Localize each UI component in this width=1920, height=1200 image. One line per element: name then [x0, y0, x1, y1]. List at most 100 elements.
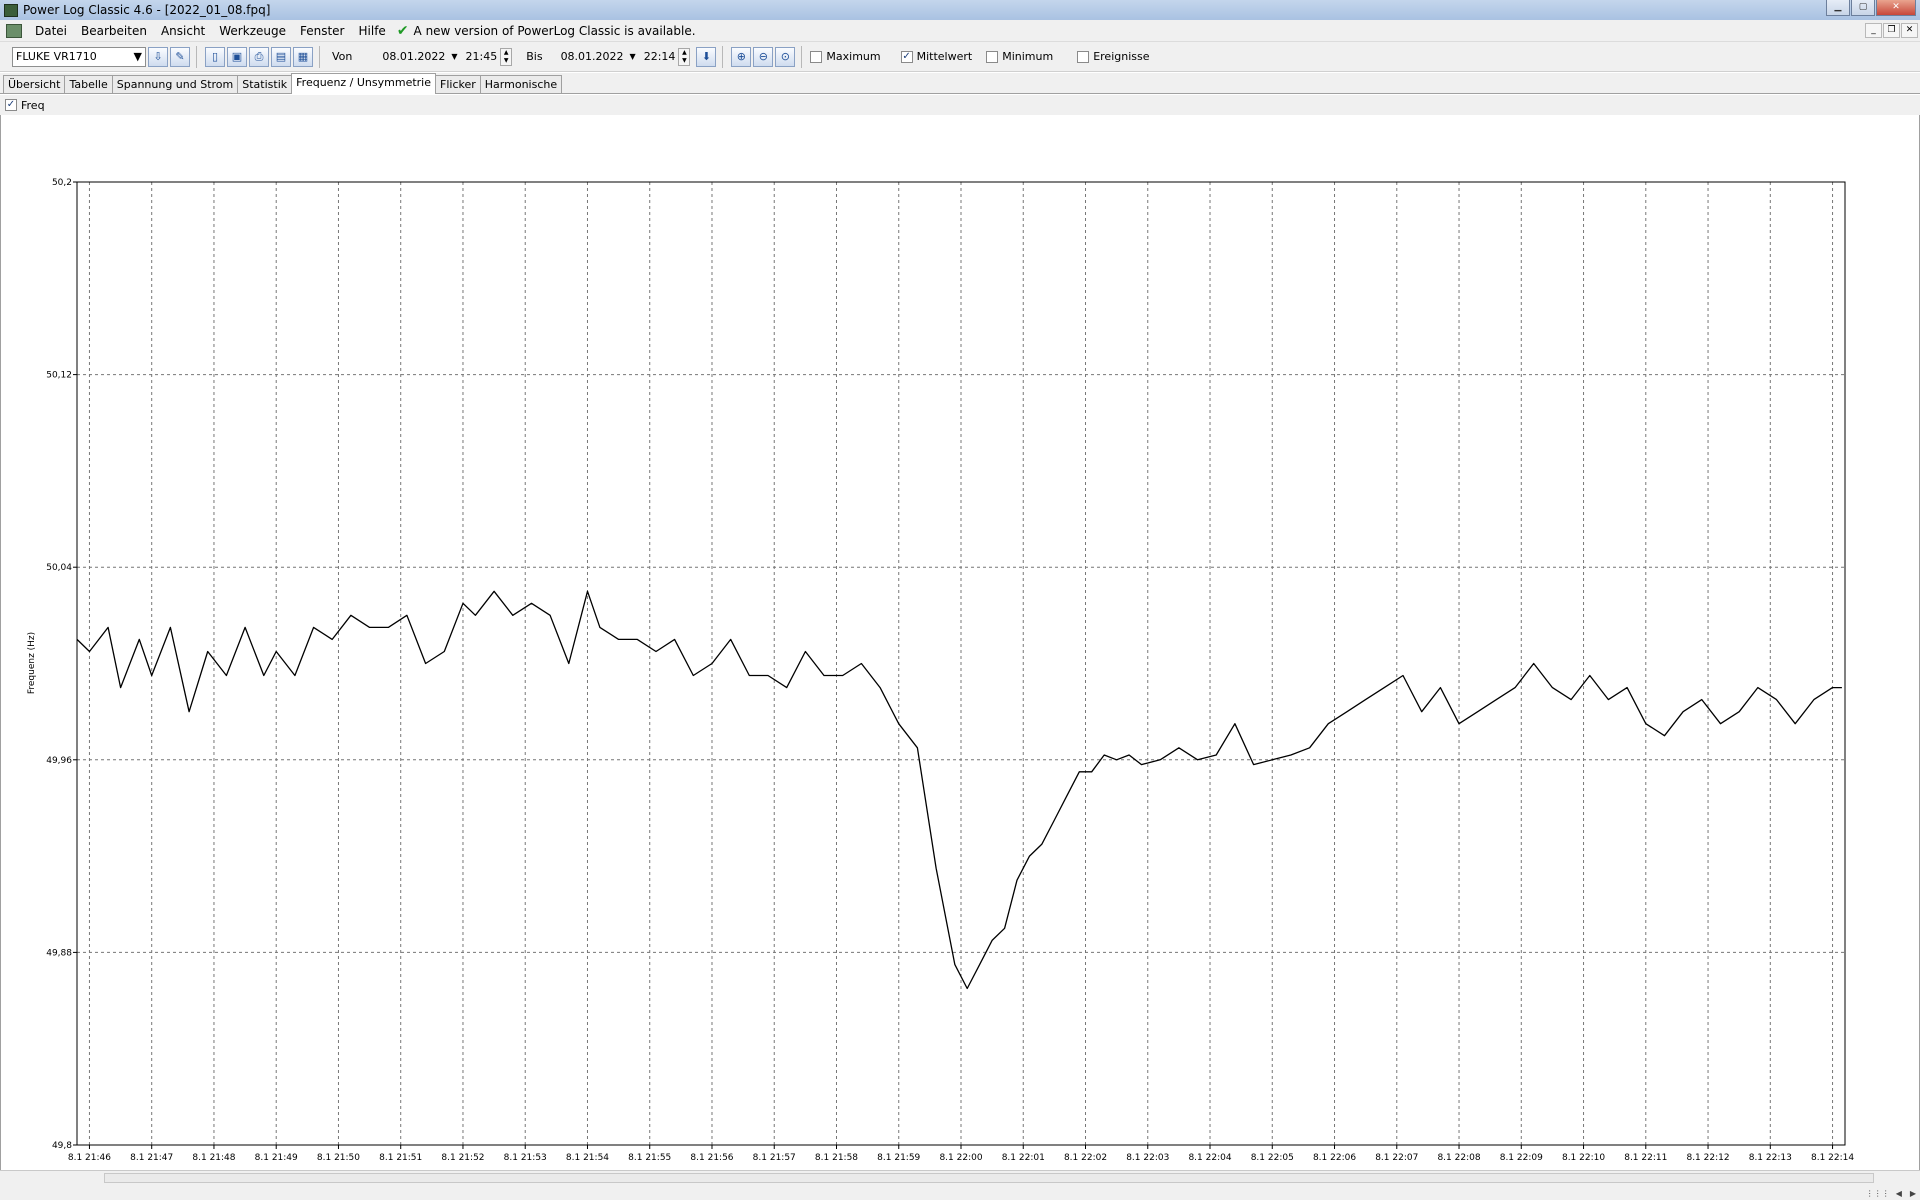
- device-name: FLUKE VR1710: [16, 50, 97, 63]
- settings-icon[interactable]: ✎: [170, 46, 190, 67]
- menu-datei[interactable]: Datei: [28, 24, 74, 38]
- zoom-out-icon[interactable]: ⊖: [753, 46, 774, 67]
- x-tick-label: 8.1 21:52: [441, 1153, 484, 1163]
- x-tick-label: 8.1 21:48: [192, 1153, 235, 1163]
- y-axis-ticks: 50,2 50,12 50,04 49,96 49,88 49,8: [46, 178, 77, 1151]
- menu-fenster[interactable]: Fenster: [293, 24, 352, 38]
- doc-restore-icon[interactable]: ❐: [1883, 23, 1900, 38]
- chevron-down-icon: ▼: [629, 52, 636, 61]
- minimize-icon[interactable]: ▁: [1826, 0, 1850, 16]
- x-tick-label: 8.1 22:10: [1562, 1153, 1605, 1163]
- ereignisse-label: Ereignisse: [1093, 50, 1150, 63]
- freq-checkbox[interactable]: ✓ Freq: [5, 99, 45, 112]
- menu-bearbeiten[interactable]: Bearbeiten: [74, 24, 154, 38]
- x-tick-label: 8.1 21:58: [815, 1153, 858, 1163]
- chart-panel: 50,2 50,12 50,04 49,96 49,88 49,8 8.1 21:46 8.…: [0, 115, 1920, 1170]
- window-title: Power Log Classic 4.6 - [2022_01_08.fpq]: [23, 3, 271, 17]
- horizontal-scrollbar[interactable]: [104, 1173, 1874, 1183]
- apply-range-icon[interactable]: ⬇: [696, 46, 717, 67]
- checkbox-checked-icon: ✓: [5, 99, 17, 111]
- mittelwert-label: Mittelwert: [916, 50, 973, 63]
- x-tick-label: 8.1 21:50: [317, 1153, 360, 1163]
- x-axis-ticks: 8.1 21:46 8.1 21:47 8.1 21:48 8.1 21:49 8.1 …: [68, 1145, 1854, 1163]
- y-tick-label: 50,04: [46, 563, 72, 573]
- window-controls: ▁ ▢ ✕: [1825, 0, 1916, 16]
- y-axis-label: Frequenz (Hz): [27, 632, 37, 694]
- chevron-down-icon: ▼: [133, 50, 142, 63]
- doc-minimize-icon[interactable]: _: [1865, 23, 1882, 38]
- scroll-left-icon[interactable]: ◀: [1896, 1189, 1902, 1198]
- tab-spannung-strom[interactable]: Spannung und Strom: [111, 75, 239, 93]
- menu-ansicht[interactable]: Ansicht: [154, 24, 212, 38]
- tab-tabelle[interactable]: Tabelle: [64, 75, 113, 93]
- menu-hilfe[interactable]: Hilfe: [352, 24, 393, 38]
- to-time: 22:14: [643, 50, 676, 63]
- new-document-icon[interactable]: ▯: [205, 46, 225, 67]
- scroll-right-icon[interactable]: ▶: [1910, 1189, 1916, 1198]
- save-icon[interactable]: ▣: [227, 46, 247, 67]
- series-toggle-bar: ✓ Freq: [0, 95, 1920, 115]
- toolbar: FLUKE VR1710 ▼ ⇩ ✎ ▯ ▣ ⎙ ▤ ▦ Von 08.01.2…: [0, 42, 1920, 72]
- from-time-field[interactable]: 21:45 ▲ ▼: [462, 47, 517, 67]
- menu-werkzeuge[interactable]: Werkzeuge: [212, 24, 293, 38]
- y-tick-label: 49,96: [46, 756, 72, 766]
- checkbox-icon: [1077, 50, 1090, 63]
- series-line-freq: [76, 590, 1842, 990]
- export-icon[interactable]: ▦: [293, 46, 313, 67]
- x-tick-label: 8.1 21:59: [877, 1153, 920, 1163]
- to-date: 08.01.2022: [560, 50, 624, 63]
- grid: [77, 182, 1845, 1145]
- to-label: Bis: [526, 50, 543, 63]
- to-date-picker[interactable]: 08.01.2022 ▼: [557, 47, 640, 67]
- x-tick-label: 8.1 21:54: [566, 1153, 609, 1163]
- frequency-chart[interactable]: 50,250,1250,0449,9649,8849,8 8.1 21:46 8.…: [1, 115, 1919, 1170]
- x-tick-label: 8.1 21:56: [690, 1153, 733, 1163]
- tab-statistik[interactable]: Statistik: [237, 75, 293, 93]
- checkbox-icon: [986, 50, 999, 63]
- x-tick-label: 8.1 21:51: [379, 1153, 422, 1163]
- print-preview-icon[interactable]: ▤: [271, 46, 291, 67]
- tab-uebersicht[interactable]: Übersicht: [3, 75, 66, 93]
- doc-close-icon[interactable]: ✕: [1901, 23, 1918, 38]
- x-tick-label: 8.1 22:02: [1064, 1153, 1107, 1163]
- update-notice-text: A new version of PowerLog Classic is ava…: [413, 23, 696, 38]
- zoom-in-icon[interactable]: ⊕: [731, 46, 752, 67]
- x-tick-label: 8.1 21:57: [753, 1153, 796, 1163]
- ereignisse-checkbox[interactable]: Ereignisse: [1077, 50, 1150, 63]
- download-icon[interactable]: ⇩: [148, 46, 168, 67]
- maximum-label: Maximum: [826, 50, 881, 63]
- device-select[interactable]: FLUKE VR1710 ▼: [12, 46, 146, 67]
- spinner-icon[interactable]: ▲ ▼: [500, 47, 513, 66]
- series-layer: [76, 590, 1842, 990]
- close-icon[interactable]: ✕: [1876, 0, 1916, 16]
- tab-strip: Übersicht Tabelle Spannung und Strom Sta…: [0, 73, 1920, 94]
- x-tick-label: 8.1 22:01: [1002, 1153, 1045, 1163]
- freq-label: Freq: [21, 98, 45, 112]
- from-date-picker[interactable]: 08.01.2022 ▼: [378, 47, 461, 67]
- document-icon[interactable]: [6, 23, 22, 38]
- from-date: 08.01.2022: [382, 50, 446, 63]
- minimum-checkbox[interactable]: Minimum: [986, 50, 1053, 63]
- x-tick-label: 8.1 22:09: [1500, 1153, 1543, 1163]
- chevron-down-icon: ▼: [451, 52, 458, 61]
- print-icon[interactable]: ⎙: [249, 46, 269, 67]
- tab-flicker[interactable]: Flicker: [435, 75, 481, 93]
- spinner-icon[interactable]: ▲ ▼: [678, 47, 691, 66]
- tab-frequenz-unsymmetrie[interactable]: Frequenz / Unsymmetrie: [291, 73, 437, 94]
- checkbox-checked-icon: ✓: [900, 50, 913, 63]
- app-icon: [4, 3, 18, 17]
- maximize-icon[interactable]: ▢: [1851, 0, 1875, 16]
- tab-harmonische[interactable]: Harmonische: [479, 75, 563, 93]
- update-notice[interactable]: ✔ A new version of PowerLog Classic is a…: [397, 23, 696, 39]
- maximum-checkbox[interactable]: Maximum: [810, 50, 881, 63]
- x-tick-label: 8.1 22:04: [1188, 1153, 1231, 1163]
- zoom-reset-icon[interactable]: ⊙: [775, 46, 796, 67]
- x-tick-label: 8.1 22:03: [1126, 1153, 1169, 1163]
- status-bar: ⋮⋮⋮ ◀ ▶: [0, 1170, 1920, 1200]
- x-tick-label: 8.1 22:11: [1624, 1153, 1667, 1163]
- status-controls: ⋮⋮⋮ ◀ ▶: [1866, 1189, 1916, 1198]
- mittelwert-checkbox[interactable]: ✓ Mittelwert: [900, 50, 973, 63]
- x-tick-label: 8.1 21:53: [504, 1153, 547, 1163]
- to-time-field[interactable]: 22:14 ▲ ▼: [640, 47, 695, 67]
- checkbox-icon: [810, 50, 823, 63]
